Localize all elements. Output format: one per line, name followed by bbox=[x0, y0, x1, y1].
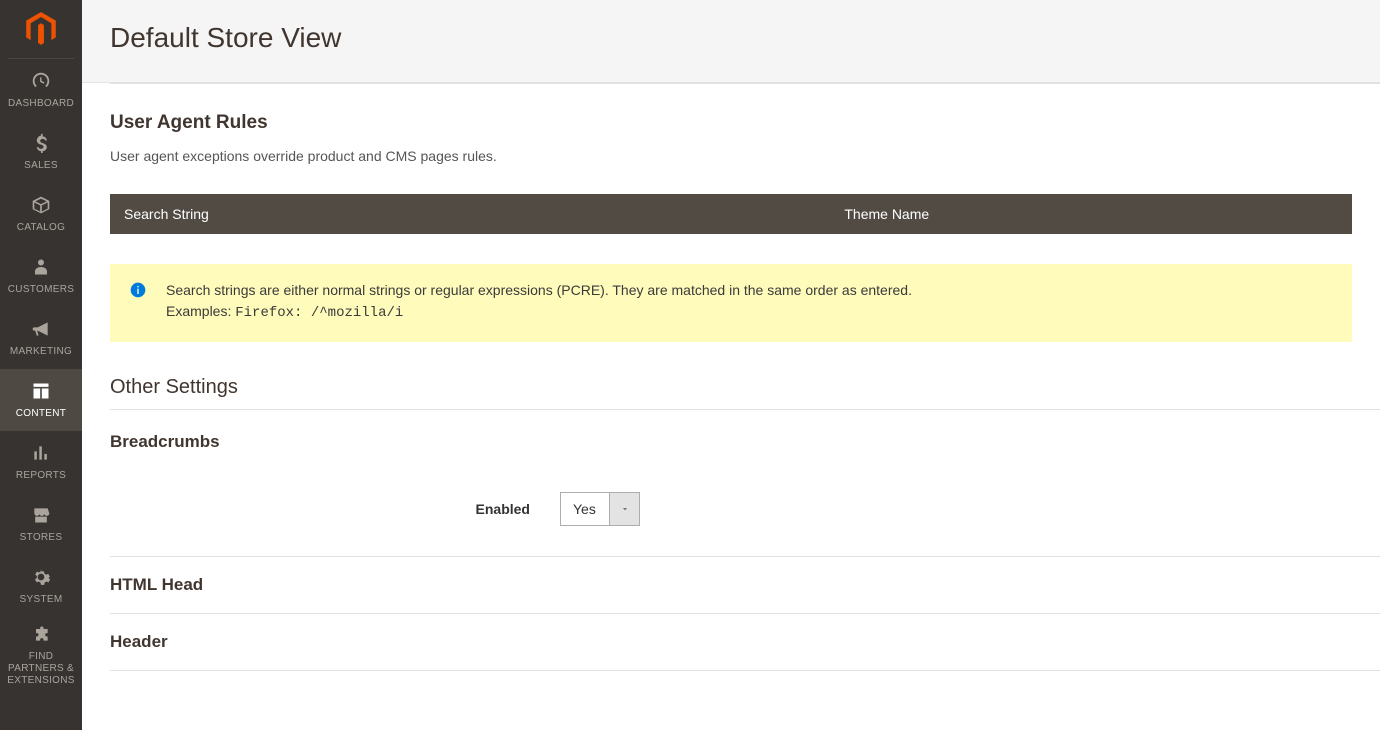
puzzle-icon bbox=[30, 623, 52, 645]
user-agent-rules-section: User Agent Rules User agent exceptions o… bbox=[82, 84, 1380, 342]
main: Default Store View User Agent Rules User… bbox=[82, 0, 1380, 730]
header: Default Store View bbox=[82, 0, 1380, 83]
info-icon bbox=[130, 282, 146, 298]
nav-stores[interactable]: STORES bbox=[0, 493, 82, 555]
section-title: User Agent Rules bbox=[110, 112, 1352, 134]
header-fieldset[interactable]: Header bbox=[110, 613, 1380, 670]
megaphone-icon bbox=[30, 318, 52, 340]
nav-label: STORES bbox=[20, 532, 63, 544]
col-search-string: Search String bbox=[110, 194, 830, 234]
sidebar: DASHBOARD SALES CATALOG CUSTOMERS MARKET bbox=[0, 0, 82, 730]
layout-icon bbox=[30, 380, 52, 402]
ua-table-header: Search String Theme Name bbox=[110, 194, 1352, 234]
nav-label: SALES bbox=[24, 160, 58, 172]
nav-sales[interactable]: SALES bbox=[0, 121, 82, 183]
info-prefix: Examples: bbox=[166, 303, 235, 319]
nav-label: FIND PARTNERS & EXTENSIONS bbox=[7, 651, 74, 687]
barchart-icon bbox=[30, 442, 52, 464]
nav-customers[interactable]: CUSTOMERS bbox=[0, 245, 82, 307]
section-desc: User agent exceptions override product a… bbox=[110, 148, 1352, 164]
other-settings-heading: Other Settings bbox=[82, 342, 1380, 409]
fieldset-title: Header bbox=[110, 632, 1380, 652]
nav-reports[interactable]: REPORTS bbox=[0, 431, 82, 493]
box-icon bbox=[30, 194, 52, 216]
nav-label: DASHBOARD bbox=[8, 98, 74, 110]
person-icon bbox=[30, 256, 52, 278]
nav-dashboard[interactable]: DASHBOARD bbox=[0, 59, 82, 121]
nav-label: CATALOG bbox=[17, 222, 65, 234]
dashboard-icon bbox=[30, 70, 52, 92]
info-message: Search strings are either normal strings… bbox=[110, 264, 1352, 342]
info-line-2: Examples: Firefox: /^mozilla/i bbox=[166, 301, 1334, 324]
logo[interactable] bbox=[8, 0, 74, 59]
chevron-down-icon bbox=[609, 493, 639, 525]
nav-content[interactable]: CONTENT bbox=[0, 369, 82, 431]
info-code: Firefox: /^mozilla/i bbox=[235, 305, 403, 321]
store-icon bbox=[30, 504, 52, 526]
info-line-1: Search strings are either normal strings… bbox=[166, 280, 1334, 301]
col-theme-name: Theme Name bbox=[830, 194, 1352, 234]
breadcrumbs-fieldset: Breadcrumbs Enabled Yes bbox=[110, 409, 1380, 556]
nav-label: REPORTS bbox=[16, 470, 66, 482]
nav-catalog[interactable]: CATALOG bbox=[0, 183, 82, 245]
content: User Agent Rules User agent exceptions o… bbox=[82, 83, 1380, 711]
nav-marketing[interactable]: MARKETING bbox=[0, 307, 82, 369]
page-title: Default Store View bbox=[110, 22, 1352, 54]
enabled-value: Yes bbox=[561, 493, 609, 525]
nav-label: MARKETING bbox=[10, 346, 72, 358]
fieldset-title: HTML Head bbox=[110, 575, 1380, 595]
nav-label: CUSTOMERS bbox=[8, 284, 74, 296]
fieldset-title: Breadcrumbs bbox=[110, 432, 1380, 452]
nav-find-partners[interactable]: FIND PARTNERS & EXTENSIONS bbox=[0, 617, 82, 693]
nav-label: SYSTEM bbox=[20, 594, 63, 606]
enabled-row: Enabled Yes bbox=[110, 492, 1380, 526]
html-head-fieldset[interactable]: HTML Head bbox=[110, 556, 1380, 613]
enabled-select[interactable]: Yes bbox=[560, 492, 640, 526]
nav-label: CONTENT bbox=[16, 408, 66, 420]
gear-icon bbox=[30, 566, 52, 588]
nav-system[interactable]: SYSTEM bbox=[0, 555, 82, 617]
enabled-label: Enabled bbox=[110, 501, 530, 517]
magento-logo-icon bbox=[24, 12, 58, 46]
dollar-icon bbox=[30, 132, 52, 154]
divider bbox=[110, 670, 1380, 671]
